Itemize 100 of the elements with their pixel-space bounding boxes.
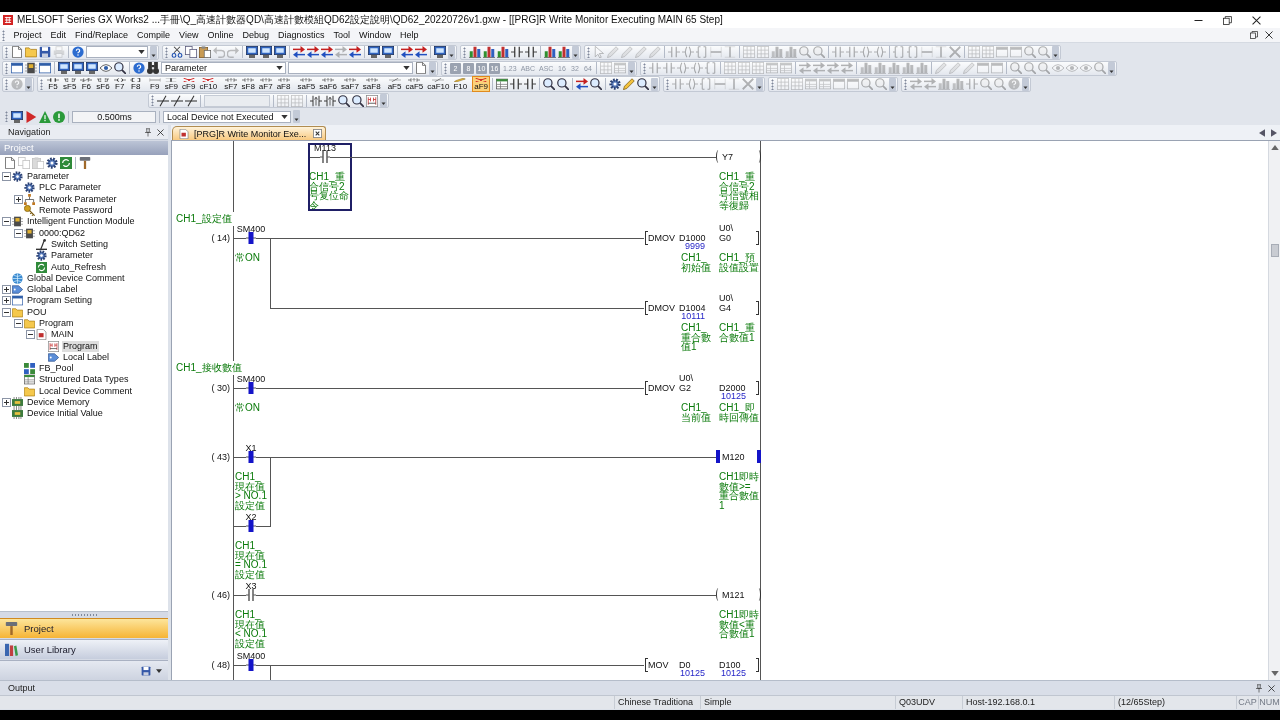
tree-item[interactable]: Device Initial Value	[26, 408, 104, 420]
menu-item[interactable]: View	[174, 28, 203, 42]
menu-item[interactable]: Compile	[132, 28, 175, 42]
caret-icon[interactable]	[156, 668, 162, 673]
bracket-icon[interactable]	[907, 46, 919, 59]
computer-icon[interactable]	[382, 46, 394, 59]
bar-chart-icon[interactable]	[558, 46, 570, 59]
menu-item[interactable]: Diagnostics	[273, 28, 329, 42]
tree-item[interactable]: Switch Setting	[50, 238, 110, 250]
collapse-icon[interactable]	[14, 228, 23, 238]
tree-item[interactable]: Global Device Comment	[26, 272, 126, 284]
dropdown-field[interactable]: Parameter	[161, 62, 286, 75]
hammer-icon[interactable]	[79, 156, 91, 169]
horizontal-line-icon[interactable]	[921, 46, 933, 59]
warning-icon[interactable]	[39, 110, 51, 123]
chevron-icon[interactable]	[756, 77, 764, 91]
tree-item[interactable]: Device Memory	[26, 397, 91, 409]
bracket-icon[interactable]	[705, 62, 718, 75]
tree-item[interactable]: Program	[38, 318, 75, 329]
refresh-icon[interactable]	[60, 156, 72, 169]
chevron-icon[interactable]	[429, 61, 436, 75]
grip-handle[interactable]	[40, 78, 43, 90]
coil-icon[interactable]	[860, 46, 872, 59]
menu-item[interactable]: Edit	[46, 28, 71, 42]
horizontal-line-icon[interactable]	[710, 46, 722, 59]
help-icon[interactable]	[133, 62, 145, 75]
chevron-icon[interactable]	[889, 77, 897, 91]
expand-icon[interactable]	[2, 296, 11, 306]
expand-icon[interactable]	[14, 194, 23, 204]
chip-icon[interactable]	[25, 62, 37, 75]
binoculars-icon[interactable]	[147, 62, 159, 75]
clipboard-icon[interactable]	[199, 46, 211, 59]
close-icon[interactable]	[313, 129, 323, 138]
minimize-icon[interactable]	[1194, 19, 1203, 21]
ladder-tool-button[interactable]: saF8	[360, 76, 383, 93]
tree-item[interactable]: Remote Password	[38, 205, 114, 217]
ladder-tool-button[interactable]: sF9	[162, 76, 181, 93]
bracket-icon[interactable]	[700, 78, 713, 91]
dropdown-field[interactable]	[288, 62, 413, 75]
coil-icon[interactable]	[682, 46, 694, 59]
ladder-tool-button[interactable]: F10	[451, 76, 470, 93]
bar-chart-icon[interactable]	[544, 46, 556, 59]
arrows-icon[interactable]	[349, 46, 361, 59]
contact-icon[interactable]	[510, 78, 523, 91]
scroll-up-icon[interactable]	[1270, 145, 1279, 150]
grid-icon[interactable]	[291, 94, 303, 107]
vertical-scrollbar[interactable]	[1268, 141, 1280, 680]
grip-handle[interactable]	[5, 62, 8, 74]
close-icon[interactable]	[157, 128, 164, 136]
tree-item[interactable]: Structured Data Types	[38, 374, 130, 386]
tree-item[interactable]: Local Label	[62, 351, 111, 363]
tree-item[interactable]: MAIN	[50, 329, 75, 341]
tree-item[interactable]: Parameter	[26, 171, 71, 183]
contact-icon[interactable]	[524, 78, 537, 91]
grip-handle[interactable]	[771, 78, 775, 90]
computer-icon[interactable]	[58, 62, 70, 75]
bracket-icon[interactable]	[696, 46, 708, 59]
collapse-icon[interactable]	[2, 172, 11, 182]
splitter-handle[interactable]	[71, 614, 97, 616]
computer-icon[interactable]	[274, 46, 286, 59]
grip-handle[interactable]	[5, 46, 8, 58]
chevron-icon[interactable]	[293, 110, 300, 124]
gear-icon[interactable]	[46, 156, 58, 169]
magnifier-icon[interactable]	[590, 78, 603, 91]
bar-chart-icon[interactable]	[483, 46, 495, 59]
menu-item[interactable]: Window	[354, 28, 396, 42]
pin-icon[interactable]	[1255, 683, 1263, 693]
ladder-tool-button[interactable]: cF9	[180, 76, 198, 93]
ladder-tool-button[interactable]: F6	[78, 76, 95, 93]
arrows-icon[interactable]	[401, 46, 413, 59]
chevron-icon[interactable]	[628, 61, 636, 75]
scroll-down-icon[interactable]	[1270, 671, 1279, 676]
close-icon[interactable]	[1252, 15, 1261, 25]
arrows-icon[interactable]	[415, 46, 427, 59]
grip-handle[interactable]	[666, 78, 670, 90]
expand-icon[interactable]	[2, 285, 11, 295]
chevron-icon[interactable]	[1052, 45, 1059, 59]
grip-handle[interactable]	[165, 46, 168, 58]
grip-handle[interactable]	[463, 46, 466, 58]
collapse-icon[interactable]	[14, 319, 23, 328]
chevron-icon[interactable]	[448, 45, 455, 59]
vertical-line-icon[interactable]	[935, 46, 947, 59]
restore-icon[interactable]	[1250, 31, 1258, 39]
gear-icon[interactable]	[609, 78, 622, 91]
chevron-icon[interactable]	[1022, 77, 1030, 91]
computer-icon[interactable]	[260, 46, 272, 59]
chevron-icon[interactable]	[150, 45, 157, 59]
ladder-tool-button[interactable]: aF5	[385, 76, 404, 93]
computer-icon[interactable]	[72, 62, 84, 75]
horizontal-line-icon[interactable]	[714, 78, 727, 91]
tree-item[interactable]: Parameter	[50, 250, 95, 262]
coil-icon[interactable]	[677, 62, 690, 75]
grip-handle[interactable]	[5, 78, 8, 90]
copy-icon[interactable]	[185, 46, 197, 59]
eye-icon[interactable]	[100, 62, 112, 75]
computer-icon[interactable]	[86, 62, 98, 75]
tree-item[interactable]: Auto_Refresh	[50, 261, 108, 273]
ladder-tool-button[interactable]: caF5	[403, 76, 426, 93]
arrows-icon[interactable]	[576, 78, 589, 91]
coil-icon[interactable]	[686, 78, 699, 91]
